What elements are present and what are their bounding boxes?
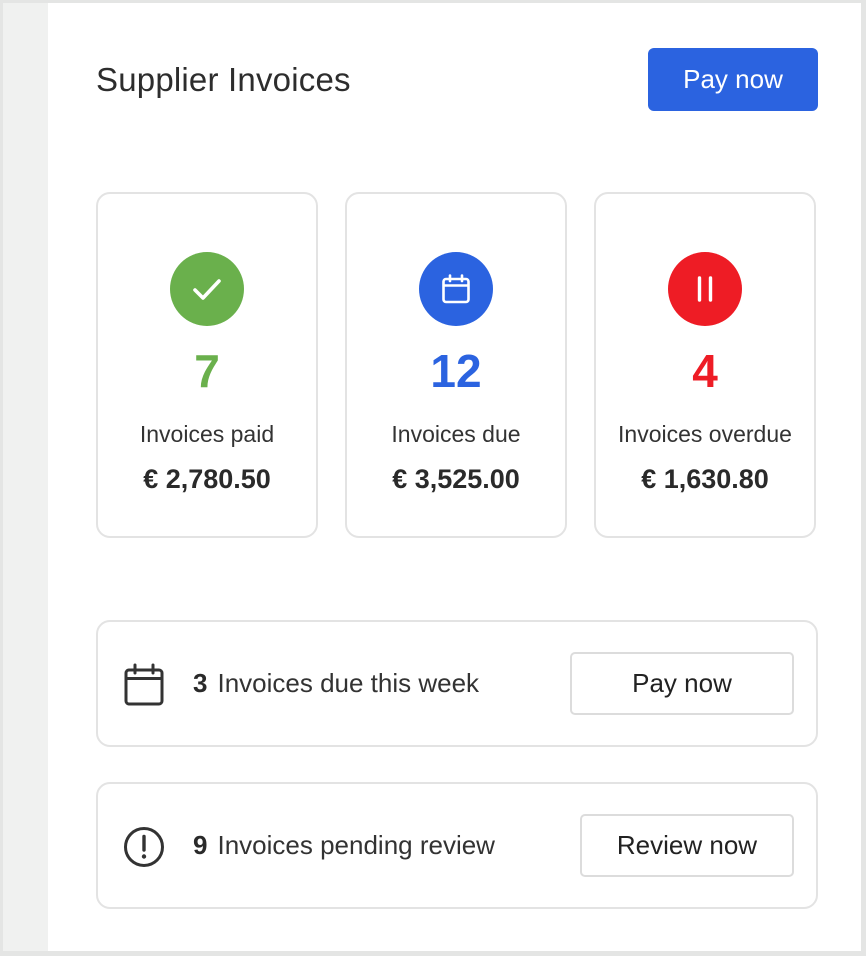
- alert-circle-icon: [122, 825, 166, 869]
- task-label: Invoices due this week: [217, 668, 480, 698]
- task-row-pending-review: 9 Invoices pending review Review now: [96, 782, 818, 909]
- stat-card-overdue[interactable]: 4 Invoices overdue € 1,630.80: [594, 192, 816, 538]
- review-now-button[interactable]: Review now: [580, 814, 794, 877]
- task-label: Invoices pending review: [217, 830, 495, 860]
- sidebar-strip: [3, 3, 48, 951]
- task-row-due-this-week: 3 Invoices due this week Pay now: [96, 620, 818, 747]
- pause-icon: [668, 252, 742, 326]
- invoice-widget: Supplier Invoices Pay now 7 Invoices pai…: [3, 3, 861, 951]
- paid-count: 7: [194, 345, 220, 397]
- checkmark-icon: [170, 252, 244, 326]
- paid-amount: € 2,780.50: [143, 464, 271, 494]
- calendar-icon: [122, 663, 166, 707]
- task-count: 3: [193, 668, 208, 698]
- due-amount: € 3,525.00: [392, 464, 520, 494]
- calendar-icon: [419, 252, 493, 326]
- overdue-label: Invoices overdue: [618, 421, 792, 447]
- due-count: 12: [430, 345, 482, 397]
- task-text: 3 Invoices due this week: [193, 622, 479, 745]
- task-text: 9 Invoices pending review: [193, 784, 495, 907]
- pay-now-button[interactable]: Pay now: [648, 48, 818, 111]
- page-title: Supplier Invoices: [96, 61, 351, 98]
- task-count: 9: [193, 830, 208, 860]
- paid-label: Invoices paid: [139, 421, 275, 447]
- stat-card-paid[interactable]: 7 Invoices paid € 2,780.50: [96, 192, 318, 538]
- overdue-amount: € 1,630.80: [641, 464, 769, 494]
- pay-now-week-button[interactable]: Pay now: [570, 652, 794, 715]
- overdue-count: 4: [692, 345, 718, 397]
- stat-card-due[interactable]: 12 Invoices due € 3,525.00: [345, 192, 567, 538]
- due-label: Invoices due: [391, 421, 521, 447]
